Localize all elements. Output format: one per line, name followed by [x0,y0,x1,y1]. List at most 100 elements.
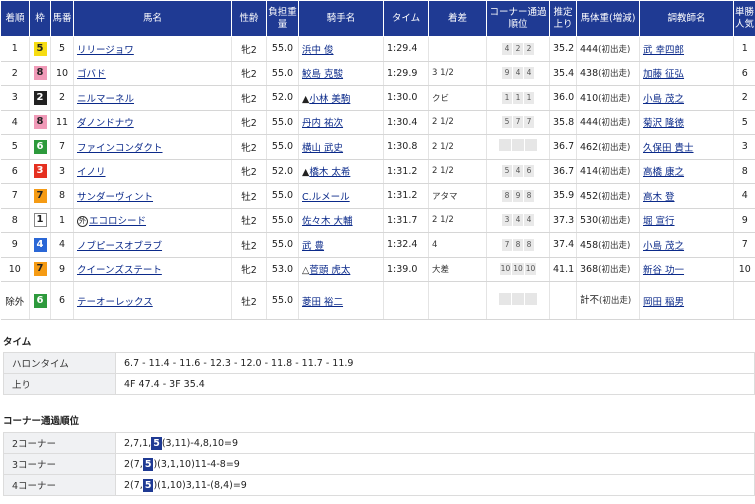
jockey-cell: △菅頭 虎太 [298,257,384,282]
corner-position [512,139,524,152]
jockey-cell: ▲橋木 太希 [298,159,384,184]
corner-positions: 10 10 10 [499,263,537,276]
trainer-cell: 高木 登 [639,183,734,209]
bodyweight-note: (初出走) [598,142,631,153]
jockey-name-link[interactable]: 菱田 裕二 [302,297,343,308]
trainer-name-link[interactable]: 岡田 稲男 [643,297,684,308]
trainer-cell: 小島 茂之 [639,232,734,258]
popularity-cell: 1 [733,36,755,62]
umaban-cell: 11 [50,110,74,135]
horse-cell: ノブピースオブラブ [73,232,232,258]
horse-cell: 外エコロシード [73,208,232,233]
time-row-label: ハロンタイム [3,352,116,374]
time-section-title: タイム [3,337,32,348]
trainer-name-link[interactable]: 堀 宣行 [643,216,675,227]
corner-cell: 546 [486,159,550,184]
time-row-label: 上り [3,373,116,395]
corner-position: 4 [513,165,523,178]
jockey-name-link[interactable]: 菅頭 虎太 [309,265,350,276]
time-cell: 1:29.4 [383,36,429,62]
margin-cell: 2 1/2 [428,134,487,160]
horse-name-link[interactable]: イノリ [77,167,106,178]
trainer-cell: 新谷 功一 [639,257,734,282]
jockey-name-link[interactable]: 小林 美駒 [309,94,350,105]
corner-position: 1 [524,91,534,104]
corner-order-pre: 2(7, [124,479,143,491]
umaban-cell: 8 [50,183,74,209]
horse-name-link[interactable]: ダノンドナウ [77,118,134,129]
rank-cell: 7 [0,183,30,209]
jockey-name-link[interactable]: 橋木 太希 [309,167,350,178]
jockey-cell: 鮫島 克駿 [298,61,384,86]
horse-name-link[interactable]: リリージョワ [77,45,134,56]
horse-name-link[interactable]: ノブピースオブラブ [77,241,162,252]
waku-cell: 6 [29,134,51,160]
waku-cell: 6 [29,281,51,320]
trainer-name-link[interactable]: 小島 茂之 [643,241,684,252]
trainer-name-link[interactable]: 武 幸四郎 [643,45,684,56]
margin-cell [428,281,487,320]
header-last3f: 推定上り [549,0,577,37]
jockey-name-link[interactable]: 鮫島 克駿 [302,69,343,80]
trainer-cell: 小島 茂之 [639,85,734,111]
jockey-name-link[interactable]: 武 豊 [302,241,324,252]
trainer-name-link[interactable]: 菊沢 隆徳 [643,118,684,129]
header-bodyweight: 馬体重(増減) [576,0,640,37]
trainer-name-link[interactable]: 加藤 征弘 [643,69,684,80]
umaban-cell: 10 [50,61,74,86]
bodyweight-value: 452 [580,190,599,202]
header-time: タイム [383,0,429,37]
horse-name-link[interactable]: ニルマーネル [77,94,134,105]
rank-cell: 10 [0,257,30,282]
jockey-name-link[interactable]: 佐々木 大輔 [302,216,353,227]
horse-name-link[interactable]: テーオーレックス [77,297,153,308]
horse-name-link[interactable]: ゴバド [77,69,106,80]
horse-name-link[interactable]: ファインコンダクト [77,143,163,154]
sexage-cell: 牝2 [231,85,267,111]
last3f-cell: 41.1 [549,257,577,282]
corner-cell: 788 [486,232,550,258]
bodyweight-value: 438 [580,68,599,80]
margin-cell: 2 1/2 [428,159,487,184]
corner-positions: 577 [502,116,534,129]
margin-cell: 4 [428,232,487,258]
umaban-cell: 9 [50,257,74,282]
horse-name-link[interactable]: エコロシード [89,216,146,227]
last3f-cell: 35.8 [549,110,577,135]
bodyweight-cell: 368(初出走) [576,257,640,282]
corner-position [499,293,511,305]
corner-positions [499,293,537,305]
waku-cell: 5 [29,36,51,62]
sexage-cell: 牡2 [231,281,267,320]
horse-name-link[interactable]: サンダーヴィント [77,192,153,203]
corner-positions: 111 [502,91,534,104]
jockey-name-link[interactable]: 横山 武史 [302,143,343,154]
header-horse: 馬名 [73,0,232,37]
jockey-name-link[interactable]: 浜中 俊 [302,45,334,56]
waku-cell: 8 [29,110,51,135]
trainer-name-link[interactable]: 小島 茂之 [643,94,684,105]
corner-cell: 944 [486,61,550,86]
time-row-value: 6.7 - 11.4 - 11.6 - 12.3 - 12.0 - 11.8 -… [115,352,755,374]
corner-position: 8 [502,189,512,202]
time-table: ハロンタイム 6.7 - 11.4 - 11.6 - 12.3 - 12.0 -… [3,352,755,395]
rank-cell: 5 [0,134,30,160]
trainer-name-link[interactable]: 高橋 康之 [643,167,684,178]
rank-cell: 3 [0,85,30,111]
corner-cell [486,134,550,160]
bodyweight-note: (初出走) [598,44,631,55]
header-trainer: 調教師名 [639,0,734,37]
waku-cell: 4 [29,232,51,258]
time-cell: 1:29.9 [383,61,429,86]
corner-row-value: 2(7, 5)(1,10)3,11-(8,4)=9 [115,474,755,496]
last3f-cell: 35.9 [549,183,577,209]
horse-name-link[interactable]: クイーンズステート [77,265,162,276]
header-sexage: 性齢 [231,0,267,37]
jockey-name-link[interactable]: C.ルメール [302,192,350,203]
time-cell: 1:31.2 [383,159,429,184]
trainer-name-link[interactable]: 高木 登 [643,192,675,203]
trainer-name-link[interactable]: 久保田 貴士 [643,143,694,154]
sexage-cell: 牝2 [231,36,267,62]
jockey-name-link[interactable]: 丹内 祐次 [302,118,343,129]
trainer-name-link[interactable]: 新谷 功一 [643,265,684,276]
